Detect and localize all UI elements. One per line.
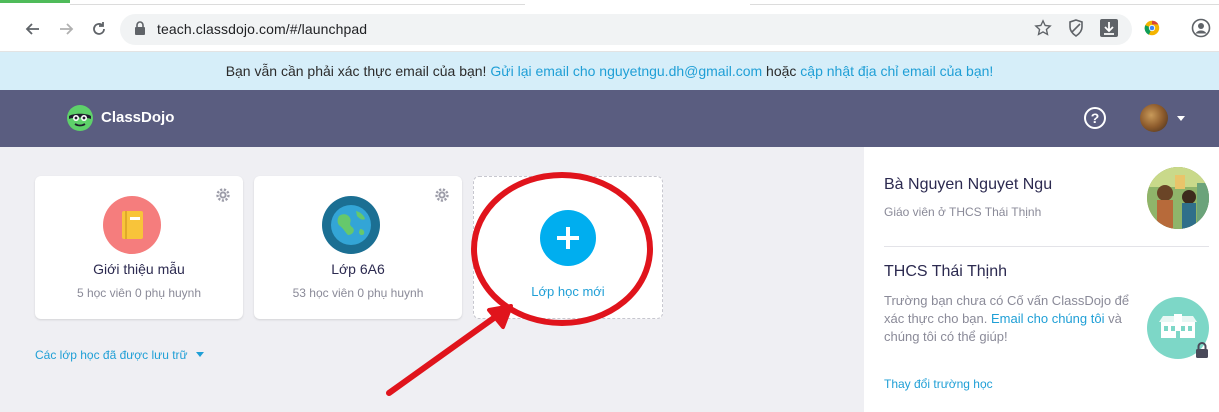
class-meta: 5 học viên 0 phụ huynh [76,286,202,300]
new-class-card[interactable]: Lớp học mới [473,176,663,319]
back-arrow-icon[interactable] [22,18,44,40]
globe-icon [322,196,380,254]
teacher-name: Bà Nguyen Nguyet Ngu [884,176,1053,193]
gear-icon[interactable] [434,187,450,208]
banner-text: Bạn vẫn cần phải xác thực email của bạn! [225,63,491,79]
forward-arrow-icon[interactable] [55,18,77,40]
browser-toolbar: teach.classdojo.com/#/launchpad [0,0,1219,52]
email-us-link[interactable]: Email cho chúng tôi [991,311,1104,326]
active-tab-indicator [0,0,70,3]
chevron-down-icon[interactable] [1177,116,1185,121]
url-text: teach.classdojo.com/#/launchpad [157,21,368,37]
profile-panel: Bà Nguyen Nguyet Ngu Giáo viên ở THCS Th… [864,147,1219,412]
chevron-down-icon[interactable] [195,352,204,357]
reload-icon[interactable] [88,18,110,40]
archived-classes-label[interactable]: Các lớp học đã được lưu trữ [35,348,188,362]
lock-icon [134,21,146,41]
school-description: Trường bạn chưa có Cố vấn ClassDojo để x… [884,292,1134,346]
classdojo-logo-icon[interactable] [66,104,94,132]
archived-classes-link[interactable]: Các lớp học đã được lưu trữ [35,348,204,362]
shield-icon[interactable] [1065,17,1087,39]
tab-divider [750,4,1219,5]
brand-name[interactable]: ClassDojo [101,109,174,126]
class-name: Lớp 6A6 [331,261,385,277]
school-name: THCS Thái Thịnh [884,263,1008,280]
chrome-extension-icon[interactable] [1141,17,1163,39]
banner-text-or: hoặc [762,63,801,79]
profile-icon[interactable] [1190,17,1212,39]
class-name: Giới thiệu mẫu [93,261,185,277]
address-bar[interactable]: teach.classdojo.com/#/launchpad [120,14,1132,45]
class-card-gioi-thieu-mau[interactable]: Giới thiệu mẫu 5 học viên 0 phụ huynh [35,176,243,319]
gear-icon[interactable] [215,187,231,208]
download-icon[interactable] [1098,17,1120,39]
app-header: ClassDojo ? [0,90,1219,147]
book-icon [103,196,161,254]
profile-avatar[interactable] [1147,167,1209,229]
update-email-link[interactable]: cập nhật địa chỉ email của bạn! [800,63,993,79]
teacher-role: Giáo viên ở THCS Thái Thịnh [884,205,1042,219]
class-card-lop-6a6[interactable]: Lớp 6A6 53 học viên 0 phụ huynh [254,176,462,319]
help-icon[interactable]: ? [1084,107,1106,129]
panel-divider [884,246,1209,247]
email-verification-banner: Bạn vẫn cần phải xác thực email của bạn!… [0,52,1219,90]
tab-divider [70,4,525,5]
resend-email-link[interactable]: Gửi lại email cho nguyetngu.dh@gmail.com [490,63,762,79]
star-icon[interactable] [1032,17,1054,39]
plus-icon[interactable] [540,210,596,266]
class-list-area: Giới thiệu mẫu 5 học viên 0 phụ huynh Lớ… [0,147,864,412]
user-avatar[interactable] [1140,104,1168,132]
change-school-link[interactable]: Thay đổi trường học [884,377,993,391]
class-meta: 53 học viên 0 phụ huynh [292,286,424,300]
tab-strip [0,0,1219,5]
lock-icon [1195,341,1209,364]
new-class-label[interactable]: Lớp học mới [474,284,662,299]
